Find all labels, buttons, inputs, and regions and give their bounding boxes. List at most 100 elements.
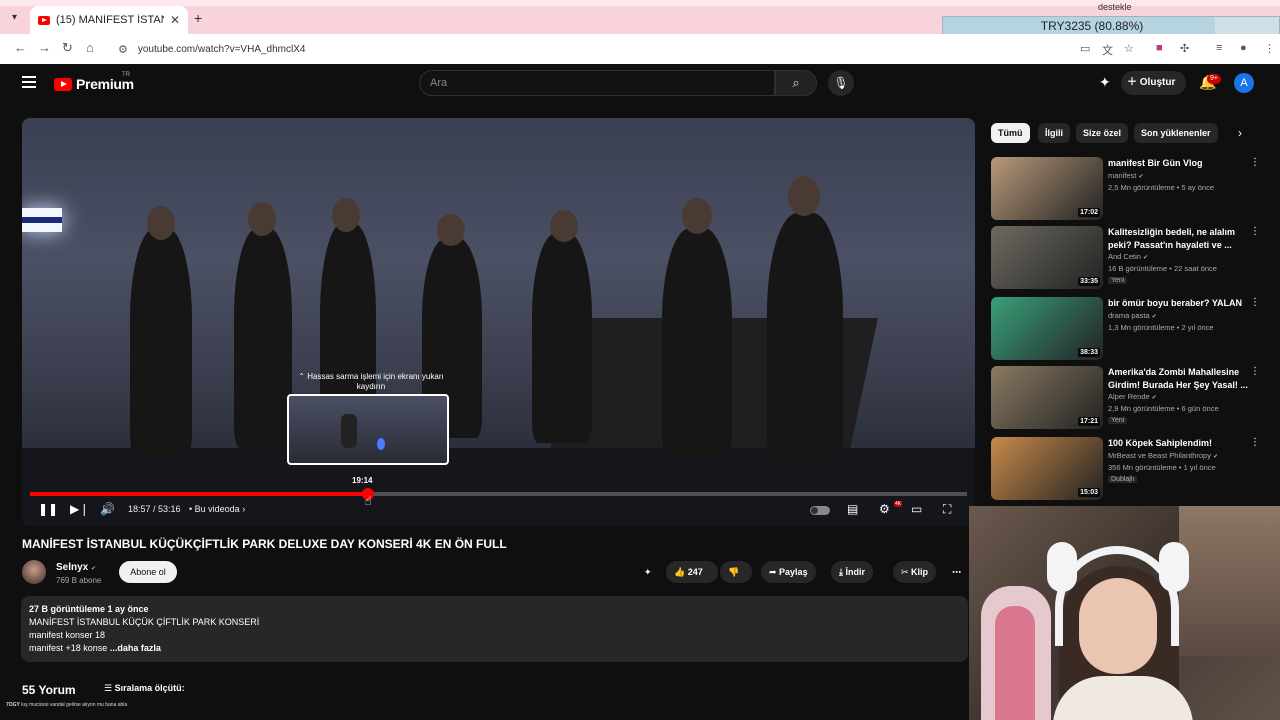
video-duration: 17:02 [1078, 208, 1100, 217]
recommendation-channel[interactable]: And Cetin ✔ [1108, 252, 1148, 261]
ask-sparkle-icon[interactable]: ✦ [644, 561, 652, 583]
download-button[interactable]: ⤓ İndir [831, 561, 873, 583]
recommendation-item[interactable]: 33:35 Kalitesizliğin bedeli, ne alalım pe… [991, 226, 1266, 290]
performer-head [550, 210, 578, 242]
recommendation-item[interactable]: 17:02 manifest Bir Gün Vlog manifest ✔ 2,5 … [991, 157, 1266, 221]
video-duration: 38:33 [1078, 348, 1100, 357]
webcam-shelf [1179, 506, 1280, 656]
scrub-preview-thumbnail [287, 394, 449, 465]
recommendation-title[interactable]: Kalitesizliğin bedeli, ne alalım peki? P… [1108, 226, 1248, 252]
pause-icon[interactable]: ❚❚ [38, 502, 58, 520]
description-box[interactable]: 27 B görüntüleme 1 ay önce MANİFEST İSTA… [21, 596, 968, 662]
create-button[interactable]: ＋ Oluştur [1121, 71, 1186, 95]
extensions-puzzle-icon[interactable]: ✣ [1180, 42, 1189, 55]
video-player[interactable]: ⌃ Hassas sarma işlemi için ekranı yukarı… [22, 118, 975, 526]
recommendation-channel[interactable]: Alper Rende ✔ [1108, 392, 1157, 401]
recommendation-item[interactable]: 17:21 Amerika'da Zombi Mahallesine Girdim… [991, 366, 1266, 430]
recommendation-item[interactable]: 38:33 bir ömür boyu beraber? YALAN drama p… [991, 297, 1266, 361]
recommendation-thumbnail[interactable]: 17:02 [991, 157, 1103, 220]
recommendation-channel[interactable]: MrBeast ve Beast Philanthropy ✔ [1108, 451, 1218, 460]
chip-related[interactable]: İlgili [1038, 123, 1070, 143]
search-icon[interactable]: ⌕ [775, 70, 817, 96]
more-options-icon[interactable]: ⋮ [1250, 297, 1260, 308]
preview-figure [341, 414, 357, 448]
more-options-icon[interactable]: ⋮ [1250, 437, 1260, 448]
dislike-icon[interactable]: 👎 [720, 561, 752, 583]
bookmark-star-icon[interactable]: ☆ [1124, 42, 1134, 55]
profile-icon[interactable]: ● [1240, 42, 1247, 54]
chip-recent[interactable]: Son yüklenenler [1134, 123, 1218, 143]
back-icon[interactable]: ← [14, 40, 27, 55]
sort-comments-button[interactable]: ☰ Sıralama ölçütü: [104, 683, 185, 694]
recommendation-thumbnail[interactable]: 38:33 [991, 297, 1103, 360]
menu-icon[interactable] [22, 76, 36, 88]
close-tab-icon[interactable]: ✕ [170, 13, 180, 27]
extension-icon[interactable]: ■ [1156, 42, 1163, 54]
recommendation-title[interactable]: bir ömür boyu beraber? YALAN [1108, 297, 1248, 310]
like-button[interactable]: 👍 247 [666, 561, 718, 583]
create-label: Oluştur [1139, 77, 1176, 88]
performer [532, 233, 592, 443]
chapter-button[interactable]: • Bu videoda › [189, 504, 245, 514]
description-line: MANİFEST İSTANBUL KÜÇÜK ÇİFTLİK PARK KON… [29, 617, 260, 627]
more-actions-icon[interactable]: ⋯ [952, 561, 961, 583]
recommendation-channel[interactable]: manifest ✔ [1108, 171, 1143, 180]
recommendation-channel[interactable]: drama pasta ✔ [1108, 311, 1157, 320]
forward-icon[interactable]: → [38, 40, 51, 55]
more-options-icon[interactable]: ⋮ [1250, 366, 1260, 377]
account-avatar[interactable]: A [1234, 73, 1254, 93]
channel-avatar[interactable] [22, 560, 46, 584]
progress-played [30, 492, 364, 496]
reading-list-icon[interactable]: ≡ [1216, 42, 1222, 54]
description-line: manifest konser 18 [29, 630, 106, 640]
volume-icon[interactable]: 🔊 [100, 502, 115, 520]
recommendation-thumbnail[interactable]: 15:03 [991, 437, 1103, 500]
new-tab-icon[interactable]: + [194, 10, 202, 26]
recommendation-channel-name: manifest [1108, 171, 1137, 180]
chevron-right-icon[interactable]: › [1238, 126, 1242, 140]
more-options-icon[interactable]: ⋮ [1250, 157, 1260, 168]
clip-button[interactable]: ✂ Klip [893, 561, 937, 583]
recommendation-title[interactable]: 100 Köpek Sahiplendim! [1108, 437, 1248, 450]
site-info-icon[interactable]: ⚙ [118, 43, 128, 56]
gemini-sparkle-icon[interactable]: ✦ [1099, 74, 1111, 91]
youtube-premium-logo[interactable]: Premium TR [54, 72, 134, 92]
show-more-link[interactable]: ...daha fazla [110, 643, 161, 653]
browser-tab[interactable]: (15) MANİFEST İSTANBUL KÜÇÜ ✕ [30, 6, 188, 34]
subtitles-icon[interactable]: ▤ [847, 502, 858, 520]
recommendation-badge: Yeni [1108, 417, 1128, 424]
microphone-icon[interactable]: 🎙 [828, 70, 854, 96]
autoplay-toggle[interactable] [810, 506, 830, 515]
recommendation-badge: Dublajlı [1108, 476, 1138, 483]
search-input[interactable]: Ara [419, 70, 775, 96]
recommendation-thumbnail[interactable]: 17:21 [991, 366, 1103, 429]
translate-icon[interactable]: 文 [1102, 42, 1113, 58]
fullscreen-icon[interactable]: ⛶ [943, 502, 951, 520]
recommendation-thumbnail[interactable]: 33:35 [991, 226, 1103, 289]
home-icon[interactable]: ⌂ [86, 40, 94, 55]
recommendation-item[interactable]: 15:03 100 Köpek Sahiplendim! MrBeast ve Be… [991, 437, 1266, 501]
verified-icon: ✔ [1213, 454, 1219, 460]
settings-gear-icon[interactable]: ⚙ [879, 502, 890, 520]
more-options-icon[interactable]: ⋮ [1250, 226, 1260, 237]
browser-menu-icon[interactable]: ⋮ [1264, 42, 1275, 55]
performer-head [682, 198, 712, 234]
url-text: youtube.com/watch?v=VHA_dhmclX4 [137, 43, 306, 55]
theater-mode-icon[interactable]: ▭ [911, 502, 922, 520]
recommendation-title[interactable]: manifest Bir Gün Vlog [1108, 157, 1248, 170]
tab-search-icon[interactable]: ▾ [12, 12, 17, 23]
subscribe-button[interactable]: Abone ol [119, 561, 177, 583]
performer [234, 228, 292, 448]
recommendation-title[interactable]: Amerika'da Zombi Mahallesine Girdim! Bur… [1108, 366, 1248, 392]
address-bar[interactable]: ⚙ youtube.com/watch?v=VHA_dhmclX4 [108, 38, 1148, 60]
cast-icon[interactable]: ▭ [1080, 42, 1090, 55]
channel-name[interactable]: Selnyx ✔ [56, 562, 96, 573]
next-icon[interactable]: ▶❘ [70, 502, 89, 520]
chat-message: kış mucizesi vandal gelirse alıyon mu ba… [21, 702, 128, 708]
share-button[interactable]: ➦ Paylaş [761, 561, 816, 583]
webcam-overlay [969, 506, 1280, 720]
sort-label: Sıralama ölçütü: [114, 683, 185, 693]
chip-for-you[interactable]: Size özel [1076, 123, 1129, 143]
reload-icon[interactable]: ↻ [62, 40, 73, 56]
chip-all[interactable]: Tümü [991, 123, 1030, 143]
